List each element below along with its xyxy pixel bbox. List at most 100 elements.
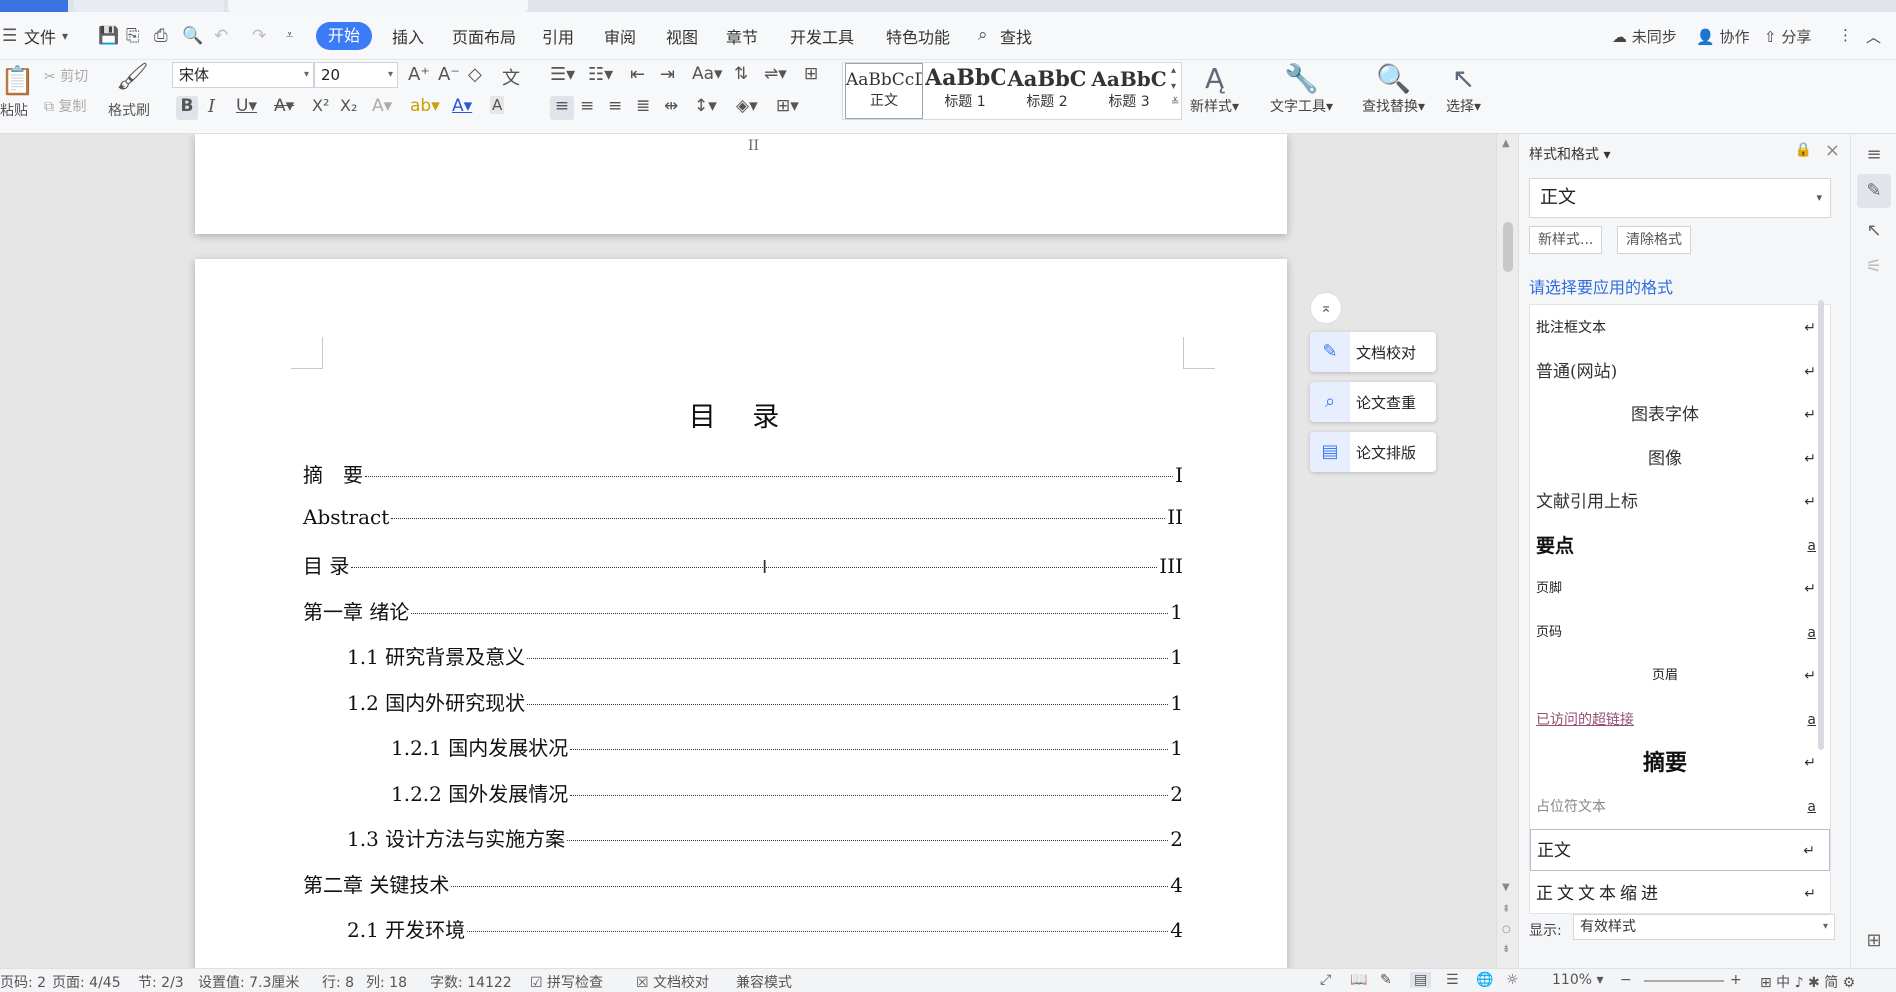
new-style-button[interactable]: Ą 新样式▾ (1190, 62, 1239, 116)
style-list-item[interactable]: 批注框文本 ↵ (1530, 307, 1830, 349)
tab-view[interactable]: 视图 (666, 24, 698, 48)
copy-button[interactable]: ⧉ 复制 (44, 96, 86, 116)
shrink-font-icon[interactable]: A⁻ (438, 64, 460, 85)
zoom-in-icon[interactable]: + (1730, 972, 1742, 988)
subscript-button[interactable]: X₂ (340, 96, 357, 115)
align-right-button[interactable]: ≡ (608, 96, 622, 116)
show-filter-select[interactable]: 有效样式 ▾ (1573, 914, 1835, 940)
gallery-scroll-down-icon[interactable]: ▾ (1171, 81, 1176, 92)
text-tools-button[interactable]: 🔧 文字工具▾ (1270, 62, 1333, 116)
font-name-select[interactable]: 宋体 ▾ (172, 62, 314, 88)
find-replace-button[interactable]: 🔍 查找替换▾ (1362, 62, 1425, 116)
document-canvas[interactable]: II 目 录 摘 要 I Abstract II 目 录 III 第一章 绪论 1 1.1 研究… (0, 134, 1496, 968)
prev-page-icon[interactable]: ⇞ (1502, 904, 1510, 915)
grid-icon[interactable]: ⊞ (1857, 924, 1891, 958)
file-menu[interactable]: 文件 (24, 24, 56, 48)
customize-quick-access-icon[interactable]: ⩡ (286, 28, 293, 43)
gallery-scroll-up-icon[interactable]: ▴ (1171, 65, 1176, 76)
chevron-down-icon[interactable]: ▾ (62, 29, 68, 43)
style-pen-icon[interactable]: ✎ (1857, 174, 1891, 208)
superscript-button[interactable]: X² (312, 96, 329, 115)
character-shading-button[interactable]: A (490, 96, 505, 114)
increase-indent-icon[interactable]: ⇥ (660, 64, 675, 85)
home-tab[interactable] (0, 0, 68, 12)
scrollbar-thumb[interactable] (1503, 222, 1513, 272)
collapse-ribbon-icon[interactable]: ︿ (1866, 26, 1881, 47)
justify-button[interactable]: ≣ (636, 96, 650, 116)
paste-icon[interactable]: 📋 (0, 64, 35, 97)
vertical-scrollbar[interactable]: ▲ ▼ ⇞ ○ ⇟ (1496, 134, 1518, 968)
document-tab-1[interactable] (74, 0, 224, 12)
style-list-item[interactable]: 图像 ↵ (1530, 438, 1830, 480)
style-normal[interactable]: AaBbCcDd 正文 (845, 63, 923, 119)
save-icon[interactable]: 💾 (98, 26, 119, 46)
cut-button[interactable]: ✂ 剪切 (44, 66, 88, 86)
format-painter-button[interactable]: 格式刷 (108, 100, 150, 120)
format-painter-icon[interactable]: 🖌 (116, 62, 149, 92)
font-size-select[interactable]: 20 ▾ (314, 62, 398, 88)
scroll-up-icon[interactable]: ▲ (1502, 138, 1510, 149)
style-list-item[interactable]: 正文文本缩进 ↵ (1530, 873, 1830, 914)
next-page-icon[interactable]: ⇟ (1502, 944, 1510, 955)
font-color-button[interactable]: A▾ (452, 96, 472, 116)
settings-sliders-icon[interactable]: ⚟ (1857, 250, 1891, 284)
toc-entry[interactable]: 1.2.1 国内发展状况 1 (391, 732, 1183, 761)
toc-entry[interactable]: 1.3 设计方法与实施方案 2 (347, 823, 1183, 852)
browse-object-icon[interactable]: ○ (1502, 924, 1511, 935)
toc-entry[interactable]: 目 录 III (303, 550, 1183, 579)
gallery-more-icon[interactable]: ≚ (1171, 97, 1179, 108)
style-heading-3[interactable]: AaBbC 标题 3 (1089, 63, 1169, 119)
toc-entry[interactable]: Abstract II (303, 505, 1183, 529)
paste-button[interactable]: 粘贴 (0, 100, 28, 120)
outline-view-icon[interactable]: ☰ (1446, 972, 1459, 988)
align-left-button[interactable]: ≡ (550, 96, 574, 120)
tab-review[interactable]: 审阅 (604, 24, 636, 48)
style-list-item[interactable]: 正文 ↵ (1530, 829, 1830, 871)
current-page[interactable]: 目 录 摘 要 I Abstract II 目 录 III 第一章 绪论 1 1.1 研究背景及… (195, 259, 1287, 968)
sync-status[interactable]: ☁ 未同步 (1612, 26, 1677, 47)
bullets-icon[interactable]: ☰▾ (550, 64, 575, 85)
borders-button[interactable]: ⊞▾ (776, 96, 799, 116)
new-style-panel-button[interactable]: 新样式... (1529, 226, 1603, 254)
current-style-select[interactable]: 正文 ▾ (1529, 178, 1831, 218)
read-mode-icon[interactable]: 📖 (1350, 972, 1367, 988)
style-list-item[interactable]: 摘要 ↵ (1530, 742, 1830, 784)
distributed-button[interactable]: ⇹ (664, 96, 678, 116)
toc-entry[interactable]: 1.2.2 国外发展情况 2 (391, 778, 1183, 807)
text-effect-button[interactable]: A▾ (372, 96, 392, 116)
strikethrough-button[interactable]: A▾ (274, 96, 294, 116)
tab-page-layout[interactable]: 页面布局 (452, 24, 516, 48)
search-icon[interactable]: ⌕ (978, 25, 988, 45)
print-icon[interactable]: ⎙ (154, 26, 168, 46)
zoom-out-icon[interactable]: − (1620, 972, 1632, 988)
ime-status-icon[interactable]: ⊞ 中 ♪ ✱ 简 ⚙ (1760, 972, 1855, 992)
toc-entry[interactable]: 2.1 开发环境 4 (347, 914, 1183, 943)
zoom-level[interactable]: 110% ▾ (1552, 972, 1604, 988)
table-icon[interactable]: ⊞ (804, 64, 818, 84)
style-list-scrollbar[interactable] (1818, 300, 1824, 750)
sort-icon[interactable]: ⇅ (734, 64, 748, 84)
spell-check-toggle[interactable]: ☑ 拼写检查 (530, 972, 603, 992)
select-objects-icon[interactable]: ↖ (1857, 214, 1891, 248)
write-mode-icon[interactable]: ✎ (1380, 972, 1392, 988)
tab-developer[interactable]: 开发工具 (790, 24, 854, 48)
eye-protection-icon[interactable]: ☼ (1506, 972, 1519, 988)
document-tab-2[interactable] (228, 0, 528, 12)
style-list-item[interactable]: 普通(网站) ↵ (1530, 351, 1830, 393)
toc-entry[interactable]: 第一章 绪论 1 (303, 596, 1183, 625)
tab-references[interactable]: 引用 (542, 24, 574, 48)
line-spacing-options-icon[interactable]: ⇌▾ (764, 64, 787, 84)
style-list-item[interactable]: 页脚 ↵ (1530, 568, 1830, 610)
style-list-item[interactable]: 要点 a (1530, 525, 1830, 567)
style-list-item[interactable]: 占位符文本 a (1530, 786, 1830, 828)
plagiarism-check-button[interactable]: ⌕ 论文查重 (1310, 382, 1436, 422)
tab-home[interactable]: 开始 (316, 22, 372, 50)
toc-entry[interactable]: 第二章 关键技术 4 (303, 869, 1183, 898)
phonetic-guide-icon[interactable]: 文 (502, 64, 520, 90)
numbering-icon[interactable]: ☷▾ (588, 64, 613, 85)
style-list-item[interactable]: 图表字体 ↵ (1530, 394, 1830, 436)
redo-icon[interactable]: ↷ (252, 26, 266, 46)
style-list-item[interactable]: 页眉 ↵ (1530, 655, 1830, 697)
paper-layout-button[interactable]: ▤ 论文排版 (1310, 432, 1436, 472)
align-center-button[interactable]: ≡ (580, 96, 594, 116)
